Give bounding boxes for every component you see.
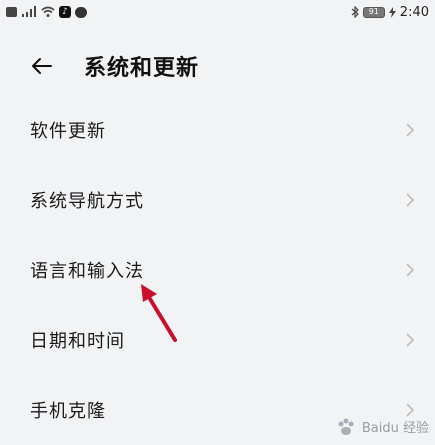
- chat-bubble-icon: [75, 6, 87, 18]
- notification-icon: [6, 7, 17, 17]
- list-item-navigation-mode[interactable]: 系统导航方式: [0, 165, 435, 235]
- list-item-label: 系统导航方式: [30, 191, 144, 212]
- status-left: ♪: [6, 6, 87, 18]
- list-item-label: 软件更新: [30, 121, 106, 142]
- annotation-arrow-icon: [141, 284, 177, 342]
- cellular-signal-icon: [21, 6, 37, 18]
- wifi-icon: [41, 6, 55, 18]
- chevron-right-icon: [405, 332, 415, 348]
- tiktok-icon: ♪: [59, 6, 71, 18]
- battery-icon: 91: [362, 6, 385, 18]
- battery-level: 91: [368, 6, 379, 16]
- bluetooth-icon: [351, 6, 359, 18]
- list-item-software-update[interactable]: 软件更新: [0, 95, 435, 165]
- list-item-language-input[interactable]: 语言和输入法: [0, 235, 435, 305]
- status-bar: ♪ 91 2:40: [0, 0, 435, 24]
- back-button[interactable]: [22, 46, 62, 86]
- chevron-right-icon: [405, 122, 415, 138]
- list-item-date-time[interactable]: 日期和时间: [0, 305, 435, 375]
- chevron-right-icon: [405, 402, 415, 418]
- baidu-paw-icon: [338, 418, 354, 435]
- charging-icon: [388, 6, 396, 18]
- chevron-right-icon: [405, 262, 415, 278]
- settings-list: 软件更新 系统导航方式 语言和输入法 日期和时间 手机克隆: [0, 95, 435, 445]
- chevron-right-icon: [405, 192, 415, 208]
- watermark-text: Baidu 经验: [361, 421, 429, 436]
- status-right: 91 2:40: [351, 5, 429, 20]
- page-header: 系统和更新: [0, 40, 435, 92]
- back-arrow-icon: [32, 58, 52, 74]
- page-title: 系统和更新: [84, 56, 200, 81]
- baidu-watermark: Baidu 经验: [336, 417, 429, 436]
- list-item-label: 日期和时间: [30, 331, 125, 352]
- list-item-label: 语言和输入法: [30, 261, 144, 282]
- clock: 2:40: [399, 4, 429, 20]
- list-item-label: 手机克隆: [30, 401, 106, 422]
